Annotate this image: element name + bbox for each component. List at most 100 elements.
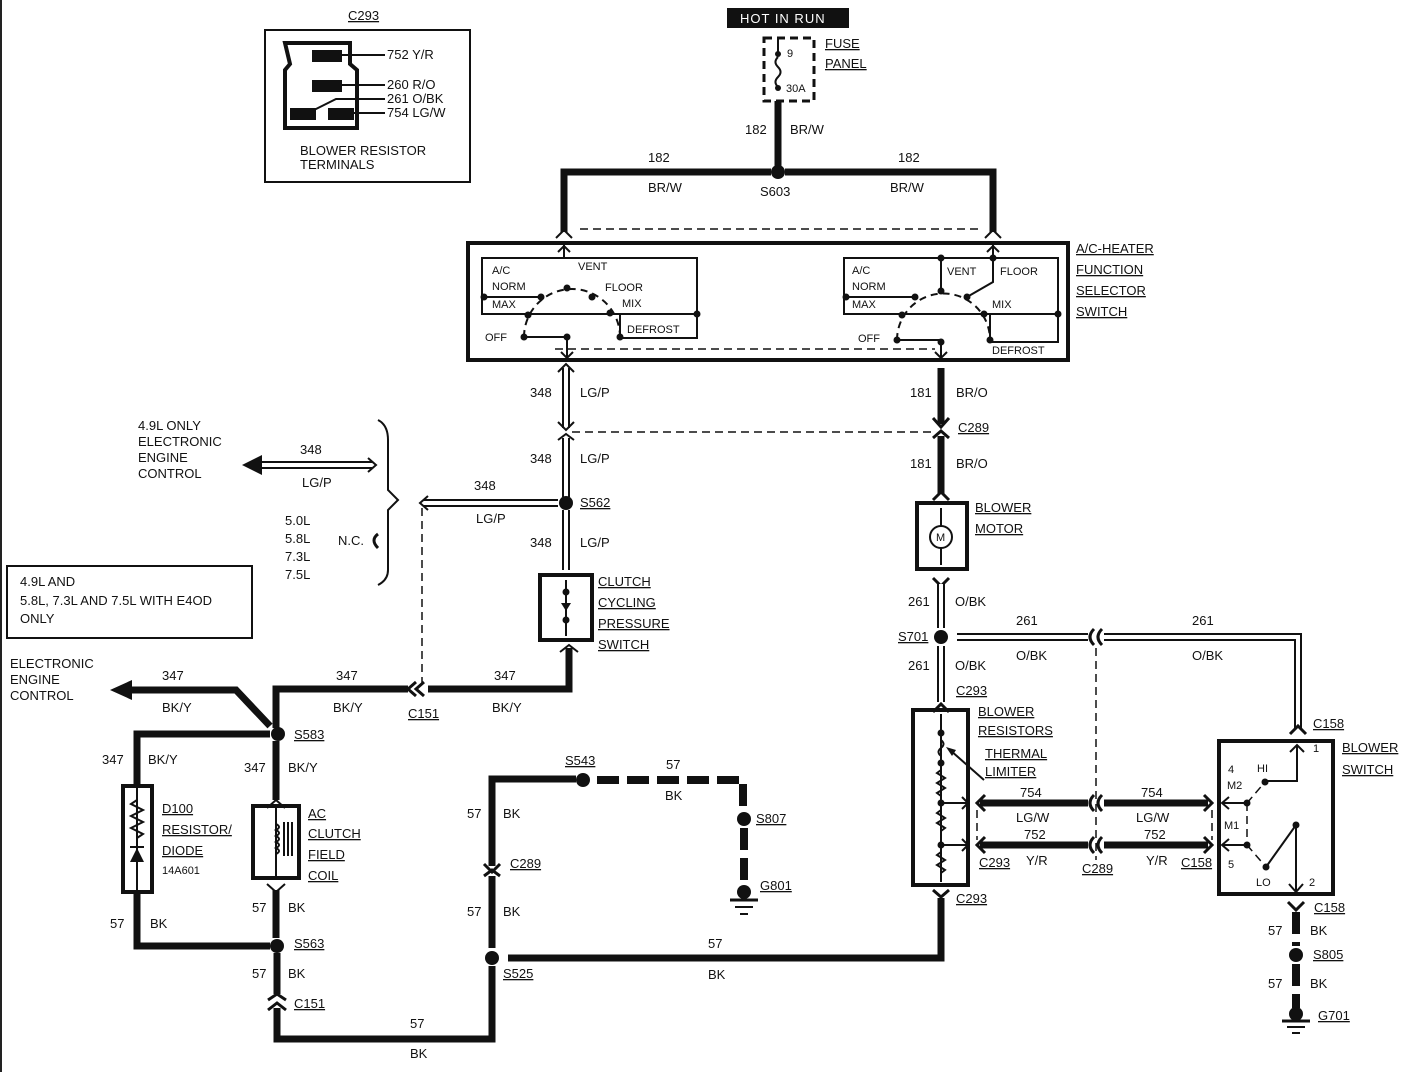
- wires-w182-circuit-label: 182: [898, 150, 920, 165]
- blower-motor-icon: M: [915, 501, 969, 571]
- wires-w57-color-label: BK: [708, 967, 726, 982]
- diagram-stroke: [775, 51, 781, 57]
- wires-w347-circuit-label: 347: [162, 668, 184, 683]
- connectors-c158-label: C158: [1181, 855, 1212, 870]
- wires-w347-color-label: BK/Y: [333, 700, 363, 715]
- splices-s563-label: S563: [294, 936, 324, 951]
- fuse-panel-label-line2-label: PANEL: [825, 56, 867, 71]
- engine-control-note-line1-label: 4.9L ONLY: [138, 418, 201, 433]
- connectors-c151-label: C151: [408, 706, 439, 721]
- diagram-stroke: [413, 680, 425, 698]
- diagram-stroke: [1246, 844, 1267, 868]
- connectors-c289-label: C289: [510, 856, 541, 871]
- wire-57-s543: [488, 775, 576, 866]
- diagram-stroke: [898, 311, 906, 319]
- diagram-stroke: [911, 293, 919, 301]
- clutch-cycling-pressure-switch: [538, 573, 594, 642]
- fuse-panel-fuse-rating-label: 30A: [786, 83, 806, 95]
- diagram-stroke: [775, 85, 781, 91]
- function-switch-positions-mix-label: MIX: [622, 298, 642, 310]
- diagram-stroke: [1217, 739, 1335, 896]
- function-switch-label-lines-2-label: SELECTOR: [1076, 283, 1146, 298]
- connectors-c293-label: C293: [956, 683, 987, 698]
- engine-control-note-line2-label: ELECTRONIC: [138, 434, 222, 449]
- wires-w347-circuit-label: 347: [494, 668, 516, 683]
- diagram-stroke: [1289, 1007, 1303, 1021]
- engine-brace: [377, 419, 400, 586]
- clutch-cycling-switch-label-lines-3-label: SWITCH: [598, 637, 649, 652]
- connector-inset-caption-line2-label: TERMINALS: [300, 157, 375, 172]
- wires-w182-color-label: BR/W: [648, 180, 683, 195]
- label-label: 754 LG/W: [387, 105, 446, 120]
- wires-w261-color-label: O/BK: [1192, 648, 1223, 663]
- wires-w57-circuit-label: 57: [1268, 923, 1282, 938]
- diagram-stroke: [588, 293, 596, 301]
- clutch-cycling-switch-label-lines-0-label: CLUTCH: [598, 574, 651, 589]
- wires-w754-color-label: LG/W: [1136, 810, 1170, 825]
- fuse-panel-label: FUSE: [825, 36, 860, 51]
- wires-w57-circuit-label: 57: [666, 757, 680, 772]
- wires-w57-color-label: BK: [150, 916, 168, 931]
- wires-w57-color-label: BK: [288, 966, 306, 981]
- pin-260: [312, 80, 342, 92]
- connector-inset-c293: C293 752 Y/R 260 R/O 261 O/BK 754 LG/W B…: [264, 8, 471, 183]
- diagram-stroke: [1246, 781, 1266, 804]
- wires-w57-circuit-label: 57: [467, 904, 481, 919]
- blower-resistors-label-lines-0-label: BLOWER: [978, 704, 1034, 719]
- splice-s583: [271, 727, 285, 741]
- diagram-stroke: [1288, 723, 1308, 736]
- wires-w261-color-label: O/BK: [1016, 648, 1047, 663]
- wires-w261-circuit-label: 261: [1192, 613, 1214, 628]
- grounds-g801-label: G801: [760, 878, 792, 893]
- pin-261: [290, 108, 316, 120]
- diagram-stroke: [937, 287, 945, 295]
- power-source-label-label: HOT IN RUN: [740, 11, 826, 26]
- function-switch-positions-floor-label: FLOOR: [1000, 266, 1038, 278]
- wires-w754-color-label: LG/W: [1016, 810, 1050, 825]
- connectors-c289-label: C289: [958, 420, 989, 435]
- wires-w181-circuit-label: 181: [910, 456, 932, 471]
- wires-w348-circuit-label: 348: [530, 535, 552, 550]
- wires-w57-color-label: BK: [665, 788, 683, 803]
- connectors-c158-label: C158: [1313, 716, 1344, 731]
- wire-347-eec: [130, 686, 273, 729]
- ac-clutch-label-lines-1-label: CLUTCH: [308, 826, 361, 841]
- function-switch-positions-max-label: MAX: [492, 299, 517, 311]
- splice-s525: [485, 951, 499, 965]
- diagram-stroke: [1286, 900, 1306, 913]
- resistor-diode-part-number-label: 14A601: [162, 865, 200, 877]
- diagram-stroke: [1096, 835, 1104, 855]
- e4od-note-line3-label: ONLY: [20, 611, 55, 626]
- function-switch-positions-off-label: OFF: [485, 332, 507, 344]
- blower-switch-positions-m1-label: M1: [1224, 820, 1239, 832]
- engine-control-note-line3-label: ENGINE: [138, 450, 188, 465]
- ac-clutch-label-lines-3-label: COIL: [308, 868, 338, 883]
- function-switch-label-lines-3-label: SWITCH: [1076, 304, 1127, 319]
- wires-w57-circuit-label: 57: [252, 900, 266, 915]
- wires-w347-circuit-label: 347: [244, 760, 266, 775]
- splice-s563: [270, 939, 284, 953]
- blower-switch-positions-m2-label: M2: [1227, 780, 1242, 792]
- diagram-stroke: [372, 532, 380, 550]
- diagram-stroke: [937, 729, 945, 737]
- diagram-stroke: [963, 293, 971, 301]
- wires-w182-color-label: BR/W: [890, 180, 925, 195]
- function-switch-positions-norm-label: NORM: [492, 281, 526, 293]
- splice-s603: [771, 165, 785, 179]
- blower-resistors: [911, 708, 985, 887]
- wires-w754-circuit-label: 754: [1020, 785, 1042, 800]
- diagram-stroke: [937, 338, 945, 346]
- switch-frame: [466, 241, 1070, 362]
- function-switch-positions-off-label: OFF: [858, 333, 880, 345]
- wires-w752-circuit-label: 752: [1144, 827, 1166, 842]
- blower-switch-pins-p1-label: 1: [1313, 743, 1319, 755]
- wires-w752-color-label: Y/R: [1026, 853, 1048, 868]
- wires-w347-circuit-label: 347: [102, 752, 124, 767]
- pin-754: [328, 108, 354, 120]
- blower-switch-positions-lo-label: LO: [1256, 877, 1271, 889]
- diagram-stroke: [897, 339, 942, 360]
- ac-clutch-label-lines-0-label: AC: [308, 806, 326, 821]
- ac-clutch-label-lines-2-label: FIELD: [308, 847, 345, 862]
- diagram-stroke: [1088, 793, 1096, 813]
- ground-g701-icon: [1282, 1007, 1310, 1034]
